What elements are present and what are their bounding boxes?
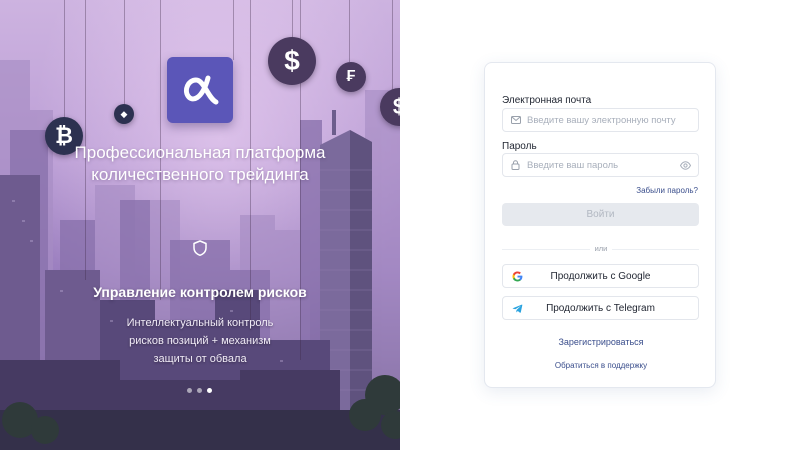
telegram-icon	[512, 304, 523, 313]
hero-title: Профессиональная платформа количественно…	[20, 142, 380, 186]
hanging-string	[64, 0, 65, 122]
password-label: Пароль	[502, 141, 537, 152]
hanging-string	[85, 0, 86, 280]
carousel-dot-2[interactable]	[197, 388, 202, 393]
feature-description: Интеллектуальный контроль рисков позиций…	[120, 314, 280, 368]
login-button[interactable]: Войти	[502, 203, 699, 226]
register-link[interactable]: Зарегистрироваться	[485, 337, 717, 347]
hero-panel: ₿ $ ₣ $ ◆ Профессиональная платформа кол…	[0, 0, 400, 450]
email-field[interactable]	[502, 108, 699, 132]
carousel-dot-3-active[interactable]	[207, 388, 212, 393]
carousel-dot-1[interactable]	[187, 388, 192, 393]
password-input[interactable]	[527, 159, 677, 171]
google-login-button[interactable]: Продолжить с Google	[502, 264, 699, 288]
app-logo	[167, 57, 233, 123]
telegram-button-label: Продолжить с Telegram	[546, 302, 655, 314]
hero-title-line: количественного трейдинга	[91, 165, 309, 184]
google-icon	[512, 271, 523, 282]
hanging-string	[392, 0, 393, 90]
alpha-logo-icon	[183, 75, 219, 105]
feature-description-line: рисков позиций + механизм	[129, 335, 271, 347]
hanging-string	[349, 0, 350, 62]
divider-label: или	[590, 244, 612, 253]
telegram-login-button[interactable]: Продолжить с Telegram	[502, 296, 699, 320]
email-input[interactable]	[527, 114, 677, 126]
hanging-string	[124, 0, 125, 104]
google-button-label: Продолжить с Google	[550, 270, 651, 282]
shield-icon	[193, 240, 207, 257]
carousel-pagination	[187, 388, 212, 393]
hanging-string	[233, 0, 234, 60]
lock-icon	[511, 160, 521, 170]
feature-description-line: защиты от обвала	[153, 353, 247, 365]
support-link[interactable]: Обратиться в поддержку	[485, 361, 717, 370]
mail-icon	[511, 115, 521, 125]
forgot-password-link[interactable]: Забыли пароль?	[636, 186, 698, 195]
show-password-icon[interactable]	[680, 161, 691, 170]
franc-icon: ₣	[336, 62, 366, 92]
hero-title-line: Профессиональная платформа	[74, 143, 326, 162]
feature-description-line: Интеллектуальный контроль	[126, 317, 274, 329]
dollar-icon: $	[268, 37, 316, 85]
email-label: Электронная почта	[502, 95, 592, 106]
hanging-string	[292, 0, 293, 38]
login-card: Электронная почта Пароль Забыли пароль? …	[484, 62, 716, 388]
gem-icon: ◆	[114, 104, 134, 124]
password-field[interactable]	[502, 153, 699, 177]
feature-title: Управление контролем рисков	[93, 284, 307, 300]
